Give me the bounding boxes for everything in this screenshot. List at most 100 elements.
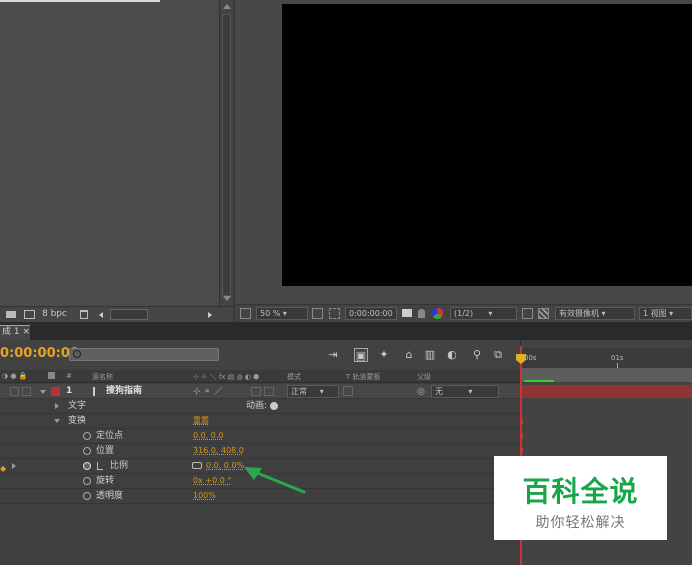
layer-duration-bar[interactable]: [521, 385, 692, 398]
scroll-down-icon[interactable]: [223, 296, 231, 301]
parent-column-header[interactable]: 父级: [417, 372, 431, 382]
work-area-bar[interactable]: [521, 368, 692, 382]
position-value[interactable]: 316.0, 408.0: [193, 444, 244, 458]
graph-editor-icon[interactable]: ⚲: [470, 348, 484, 362]
always-preview-icon[interactable]: [240, 308, 251, 319]
animate-menu-icon[interactable]: [270, 402, 278, 410]
trash-icon[interactable]: [80, 310, 88, 319]
frame-blending-icon[interactable]: ▥: [423, 348, 437, 362]
transform-group-label: 变换: [68, 416, 87, 426]
zoom-dropdown[interactable]: 50 % ▾: [256, 307, 308, 320]
motion-blur-icon[interactable]: ◐: [445, 348, 459, 362]
transform-twirl-icon[interactable]: [54, 419, 60, 423]
keyframe-marker[interactable]: I: [521, 432, 523, 441]
keyframe-marker[interactable]: I: [521, 447, 523, 456]
comp-mini-flowchart-icon[interactable]: ⇥: [326, 348, 340, 362]
bit-depth-label[interactable]: 8 bpc: [42, 309, 67, 319]
viewer-timecode[interactable]: 0:00:00:00: [345, 307, 397, 320]
live-update-icon[interactable]: ▣: [354, 348, 368, 362]
solo-switch[interactable]: [22, 387, 31, 396]
timeline-tab-bar: [0, 322, 692, 340]
rotation-value[interactable]: 0x +0.0 °: [193, 474, 231, 488]
property-row-position[interactable]: 位置 316.0, 408.0: [0, 444, 520, 459]
keyframe-marker[interactable]: I: [521, 417, 523, 426]
layer-column-header: ◑ ● 🔒 # 源名称 ⊹ ☼ ＼ fx ▤ ◍ ◐ ⬢ 模式 T 轨道蒙板 父…: [0, 370, 520, 383]
text-group-label: 文字: [68, 401, 87, 411]
show-snapshot-icon[interactable]: [418, 309, 425, 318]
draft-3d-icon[interactable]: ✦: [377, 348, 391, 362]
ruler-mark-label: 01s: [611, 354, 624, 362]
new-comp-icon[interactable]: [24, 310, 35, 319]
blend-mode-dropdown[interactable]: 正常 ▾: [287, 385, 339, 398]
text-twirl-icon[interactable]: [55, 403, 59, 409]
layer-switches[interactable]: ⊹ ⚬ ／: [193, 385, 223, 399]
scale-value[interactable]: 0.0, 0.0%: [206, 459, 244, 473]
transparency-grid-icon[interactable]: [538, 308, 549, 319]
position-label: 位置: [96, 446, 115, 456]
trkmat-column-header[interactable]: T 轨道蒙板: [346, 372, 381, 382]
zoom-value: 50 %: [260, 309, 281, 318]
stopwatch-icon[interactable]: [83, 447, 91, 455]
views-dropdown[interactable]: 1 视图 ▾: [639, 307, 692, 320]
stopwatch-active-icon[interactable]: [83, 462, 91, 470]
scroll-up-icon[interactable]: [223, 4, 231, 9]
property-row-anchor[interactable]: 定位点 0.0, 0.0: [0, 429, 520, 444]
mask-visibility-icon[interactable]: [329, 308, 340, 319]
transform-group-row[interactable]: 变换 重置: [0, 414, 520, 429]
video-switch[interactable]: [10, 387, 19, 396]
av-features-icon: ◑ ● 🔒: [2, 372, 28, 380]
safe-margins-icon[interactable]: [312, 308, 323, 319]
scroll-right-icon[interactable]: [208, 312, 212, 318]
scroll-thumb[interactable]: [222, 14, 231, 296]
layer-twirl-icon[interactable]: [40, 390, 46, 394]
reset-link[interactable]: 重置: [193, 414, 209, 428]
camera-dropdown[interactable]: 有效摄像机 ▾: [555, 307, 635, 320]
stopwatch-icon[interactable]: [83, 477, 91, 485]
tab-composition[interactable]: 成 1 ×: [0, 325, 30, 340]
brainstorm-icon[interactable]: ⧉: [491, 348, 505, 362]
constrain-proportions-icon[interactable]: [192, 462, 202, 469]
composition-canvas[interactable]: [282, 4, 692, 286]
number-column-header: #: [66, 372, 72, 380]
animate-label[interactable]: 动画:: [246, 399, 267, 413]
watermark-title: 百科全说: [522, 475, 639, 508]
label-column-icon: [48, 372, 55, 379]
region-of-interest-icon[interactable]: [522, 308, 533, 319]
views-value: 1 视图: [643, 309, 667, 318]
hide-shy-layers-icon[interactable]: ⌂: [402, 348, 416, 362]
parent-dropdown[interactable]: 无 ▾: [431, 385, 499, 398]
viewer-toolbar: 50 % ▾ 0:00:00:00 (1/2) ▾ 有效摄像机 ▾ 1 视图 ▾: [235, 304, 692, 322]
channel-icon[interactable]: [432, 308, 443, 319]
search-input[interactable]: [69, 348, 219, 361]
project-scrollbar[interactable]: [219, 0, 233, 306]
layer-row[interactable]: 1 搜狗指南 ⊹ ⚬ ／ 正常 ▾ ◎ 无 ▾: [0, 384, 520, 399]
layer-name[interactable]: 搜狗指南: [106, 384, 142, 398]
layer-label-color[interactable]: [51, 387, 60, 396]
time-ruler[interactable]: 00s 01s: [521, 348, 692, 368]
scroll-left-icon[interactable]: [99, 312, 103, 318]
render-bar: [524, 380, 554, 382]
mode-column-header[interactable]: 模式: [287, 372, 301, 382]
watermark-subtitle: 助你轻松解决: [535, 515, 626, 531]
text-group-row[interactable]: 文字 动画:: [0, 399, 520, 414]
stopwatch-icon[interactable]: [83, 432, 91, 440]
folder-icon[interactable]: [6, 311, 16, 318]
source-name-column-header[interactable]: 源名称: [92, 372, 113, 382]
keyframe-next-icon[interactable]: [12, 463, 16, 469]
tab-composition-label: 成 1: [2, 327, 20, 337]
timeline-timecode[interactable]: 0:00:00:00: [0, 346, 79, 361]
graph-icon[interactable]: [97, 462, 103, 470]
opacity-value[interactable]: 100%: [193, 489, 216, 503]
anchor-point-value[interactable]: 0.0, 0.0: [193, 429, 224, 443]
pick-whip-icon[interactable]: ◎: [417, 385, 425, 399]
resolution-dropdown[interactable]: (1/2) ▾: [450, 307, 517, 320]
camera-snapshot-icon[interactable]: [402, 309, 412, 317]
stopwatch-icon[interactable]: [83, 492, 91, 500]
trkmat-box[interactable]: [343, 386, 353, 396]
3d-switch[interactable]: [264, 387, 274, 396]
annotation-arrow: [244, 467, 306, 494]
adjustment-switch[interactable]: [251, 387, 261, 396]
search-icon: [73, 350, 81, 358]
horizontal-scroll-thumb[interactable]: [110, 309, 148, 320]
parent-value: 无: [435, 387, 443, 396]
